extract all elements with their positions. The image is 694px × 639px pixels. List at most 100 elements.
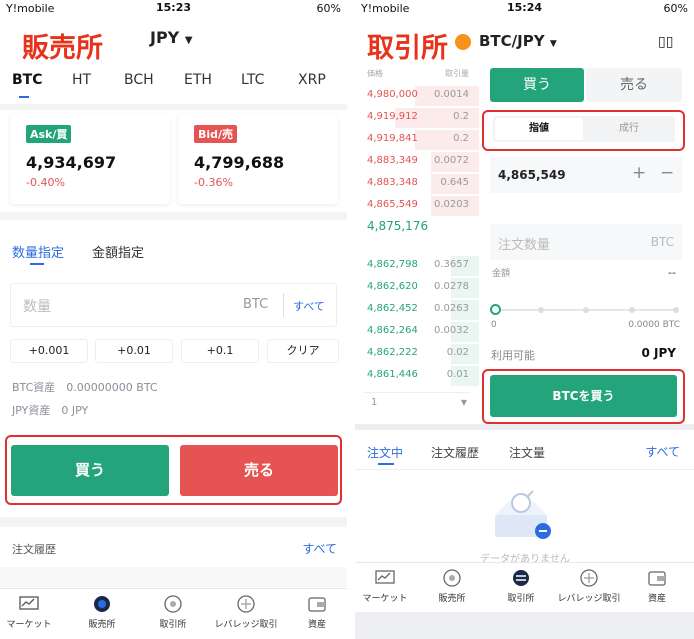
battery-label: 60% (316, 2, 341, 15)
limit-order-tab[interactable]: 指値 (495, 118, 583, 140)
nav-leverage[interactable]: レバレッジ取引 (214, 595, 278, 630)
book-amount-header: 取引量 (445, 69, 469, 78)
ask-price[interactable]: 4,980,000 (367, 89, 418, 100)
chart-icon (375, 570, 395, 584)
ask-price[interactable]: 4,919,841 (367, 133, 418, 144)
currency-selector[interactable]: JPY ▼ (150, 28, 193, 47)
wallet-icon (308, 597, 326, 612)
bid-price[interactable]: 4,862,798 (367, 259, 418, 270)
minus-icon[interactable]: − (660, 163, 674, 183)
tab-bch[interactable]: BCH (124, 72, 154, 88)
ask-price[interactable]: 4,883,348 (367, 177, 418, 188)
nav-exchange[interactable]: 取引所 (489, 569, 553, 604)
nav-leverage[interactable]: レバレッジ取引 (557, 569, 621, 604)
tab-order-history[interactable]: 注文履歴 (431, 444, 479, 461)
slider-stop (538, 307, 544, 313)
ask-price[interactable]: 4,883,349 (367, 155, 418, 166)
pair-label: BTC/JPY (479, 32, 545, 50)
order-type-switch: 指値 成行 (493, 116, 675, 142)
plus-icon[interactable]: + (632, 163, 646, 183)
sell-button[interactable]: 売る (180, 445, 338, 496)
depth-select[interactable]: 1 ▼ (363, 392, 471, 412)
ask-amount: 0.0072 (434, 155, 469, 166)
nav-assets[interactable]: 資産 (285, 595, 347, 630)
order-history-all-link[interactable]: すべて (302, 540, 337, 557)
bid-amount: 0.3657 (434, 259, 469, 270)
quick-add-001-button[interactable]: +0.01 (95, 339, 173, 363)
tab-quantity-mode[interactable]: 数量指定 (12, 242, 64, 261)
chart-toggle-icon[interactable]: ▯▯ (658, 34, 673, 50)
tab-ht[interactable]: HT (72, 72, 91, 88)
slider-stop (673, 307, 679, 313)
bid-price[interactable]: 4,862,222 (367, 347, 418, 358)
ask-badge: Ask/買 (26, 125, 72, 143)
nav-exchange-label: 取引所 (159, 620, 187, 630)
battery-label: 60% (663, 2, 688, 15)
buy-tab[interactable]: 買う (490, 68, 584, 102)
ask-depth-bar (415, 130, 479, 150)
order-quantity-unit: BTC (650, 235, 674, 249)
orders-all-link[interactable]: すべて (645, 443, 680, 460)
nav-sales-label: 販売所 (88, 620, 116, 630)
clear-button[interactable]: クリア (267, 339, 339, 363)
tab-btc[interactable]: BTC (12, 72, 43, 88)
quantity-input[interactable]: 数量 BTC すべて (10, 283, 337, 327)
divider (0, 104, 347, 110)
tab-ltc[interactable]: LTC (241, 72, 264, 88)
pair-selector[interactable]: BTC/JPY ▼ (479, 32, 557, 50)
bid-price[interactable]: 4,861,446 (367, 369, 418, 380)
market-order-tab[interactable]: 成行 (585, 118, 673, 140)
tab-eth[interactable]: ETH (184, 72, 212, 88)
nav-assets[interactable]: 資産 (625, 569, 689, 604)
order-quantity-input[interactable]: 注文数量 BTC (490, 224, 682, 260)
bid-amount: 0.0032 (434, 325, 469, 336)
price-input[interactable]: 4,865,549 + − (490, 157, 682, 193)
slider-handle[interactable] (490, 304, 501, 315)
nav-exchange-label: 取引所 (507, 594, 535, 604)
tab-amount-mode[interactable]: 金額指定 (92, 242, 144, 261)
bid-price[interactable]: 4,862,620 (367, 281, 418, 292)
bid-card[interactable]: Bid/売 4,799,688 -0.36% (178, 114, 338, 204)
amount-label: 金額 (492, 269, 511, 279)
nav-sales[interactable]: 販売所 (70, 595, 134, 630)
available-label: 利用可能 (491, 349, 535, 362)
buy-btc-button[interactable]: BTCを買う (490, 375, 677, 417)
tab-order-volume[interactable]: 注文量 (509, 444, 545, 461)
nav-market-label: マーケット (362, 594, 408, 604)
ask-price[interactable]: 4,919,912 (367, 111, 418, 122)
slider-stop (629, 307, 635, 313)
nav-exchange[interactable]: 取引所 (141, 595, 205, 630)
nav-market[interactable]: マーケット (0, 595, 61, 630)
input-divider (283, 293, 284, 317)
sales-icon (94, 596, 110, 612)
leverage-icon (237, 595, 255, 613)
bid-amount: 0.0278 (434, 281, 469, 292)
depth-value: 1 (371, 397, 378, 408)
amount-value: -- (668, 266, 676, 279)
quick-add-0001-button[interactable]: +0.001 (10, 339, 88, 363)
ask-card[interactable]: Ask/買 4,934,697 -0.40% (10, 114, 170, 204)
price-value: 4,865,549 (498, 168, 566, 182)
slider-stop (583, 307, 589, 313)
order-quantity-placeholder: 注文数量 (498, 238, 551, 253)
bid-price[interactable]: 4,862,264 (367, 325, 418, 336)
quantity-all-link[interactable]: すべて (293, 298, 325, 314)
bid-price[interactable]: 4,862,452 (367, 303, 418, 314)
tab-open-orders[interactable]: 注文中 (367, 444, 403, 461)
sell-tab[interactable]: 売る (586, 68, 682, 102)
ask-amount: 0.2 (453, 133, 469, 144)
buy-button[interactable]: 買う (11, 445, 169, 496)
divider (0, 567, 347, 587)
quantity-placeholder: 数量 (23, 299, 51, 315)
tab-xrp[interactable]: XRP (298, 72, 326, 88)
nav-sales[interactable]: 販売所 (420, 569, 484, 604)
quick-add-01-button[interactable]: +0.1 (181, 339, 259, 363)
btc-coin-icon (455, 34, 471, 50)
jpy-asset-label: JPY資産 0 JPY (12, 404, 89, 417)
wallet-icon (648, 571, 666, 586)
ask-price[interactable]: 4,865,549 (367, 199, 418, 210)
order-book: 価格 取引量 4,980,000 0.0014 4,919,912 0.2 4,… (355, 68, 479, 424)
ask-amount: 0.2 (453, 111, 469, 122)
nav-market[interactable]: マーケット (355, 569, 417, 604)
nav-leverage-label: レバレッジ取引 (557, 594, 621, 604)
